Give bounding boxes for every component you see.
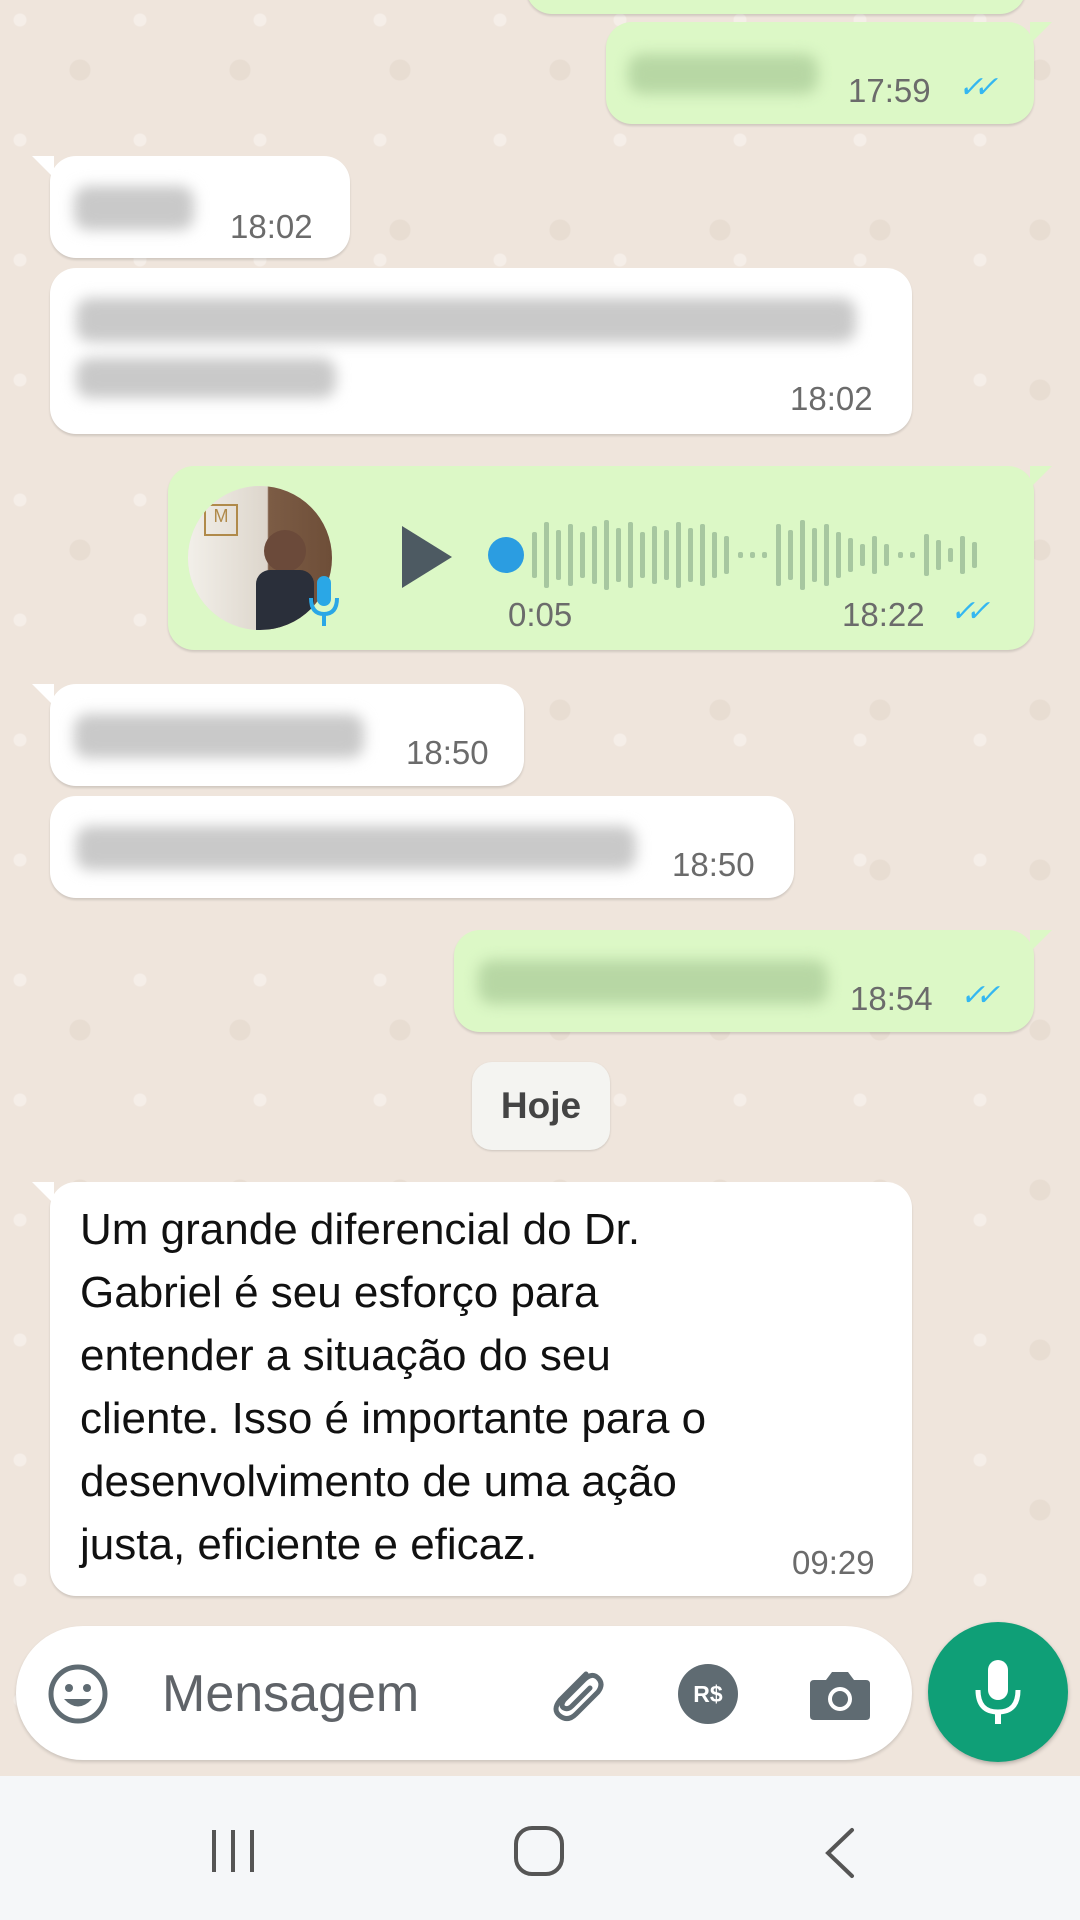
- message-input[interactable]: Mensagem: [162, 1664, 419, 1724]
- message-composer: Mensagem R$: [16, 1626, 912, 1760]
- message-time: 09:29: [792, 1544, 875, 1581]
- redacted-text: [76, 298, 856, 342]
- redacted-text: [74, 714, 364, 758]
- system-navigation-bar: [0, 1776, 1080, 1920]
- redacted-text: [76, 358, 336, 398]
- home-icon[interactable]: [512, 1824, 566, 1878]
- message-bubble-incoming[interactable]: 18:50: [50, 796, 794, 898]
- message-bubble-incoming[interactable]: 18:02: [32, 156, 350, 258]
- redacted-text: [628, 54, 818, 94]
- message-time: 18:02: [230, 208, 313, 245]
- message-bubble-incoming[interactable]: 18:50: [32, 684, 524, 786]
- voice-duration: 0:05: [508, 596, 573, 633]
- double-check-icon: ✓✓: [960, 979, 1000, 1012]
- message-text: Um grande diferencial do Dr. Gabriel é s…: [80, 1205, 707, 1569]
- voice-message-bubble[interactable]: M 0:05 18:22 ✓✓: [168, 466, 1052, 650]
- message-time: 18:54: [850, 980, 933, 1017]
- message-time: 18:02: [790, 380, 873, 417]
- double-check-icon: ✓✓: [950, 595, 990, 628]
- emoji-icon[interactable]: [46, 1662, 110, 1726]
- redacted-text: [74, 186, 194, 230]
- message-time: 17:59: [848, 72, 931, 109]
- date-separator: Hoje: [472, 1062, 610, 1150]
- message-bubble-incoming[interactable]: 18:02: [50, 268, 912, 434]
- play-icon[interactable]: [396, 522, 456, 592]
- message-time: 18:22: [842, 596, 925, 633]
- camera-icon[interactable]: [808, 1666, 872, 1722]
- double-check-icon: ✓✓: [958, 71, 998, 104]
- recent-apps-icon[interactable]: [208, 1828, 258, 1874]
- redacted-text: [478, 960, 828, 1004]
- redacted-text: [76, 826, 636, 870]
- message-bubble-outgoing[interactable]: 17:59 ✓✓: [606, 22, 1052, 124]
- back-icon[interactable]: [822, 1826, 858, 1880]
- message-time: 18:50: [406, 734, 489, 771]
- payment-icon[interactable]: R$: [678, 1664, 738, 1724]
- attach-icon[interactable]: [542, 1660, 608, 1726]
- waveform[interactable]: [488, 510, 1008, 600]
- message-bubble-cutoff[interactable]: [526, 0, 1026, 14]
- mic-icon: [975, 1660, 1021, 1724]
- message-time: 18:50: [672, 846, 755, 883]
- message-bubble-outgoing[interactable]: 18:54 ✓✓: [454, 930, 1052, 1032]
- mic-icon: [309, 576, 339, 626]
- voice-record-button[interactable]: [928, 1622, 1068, 1762]
